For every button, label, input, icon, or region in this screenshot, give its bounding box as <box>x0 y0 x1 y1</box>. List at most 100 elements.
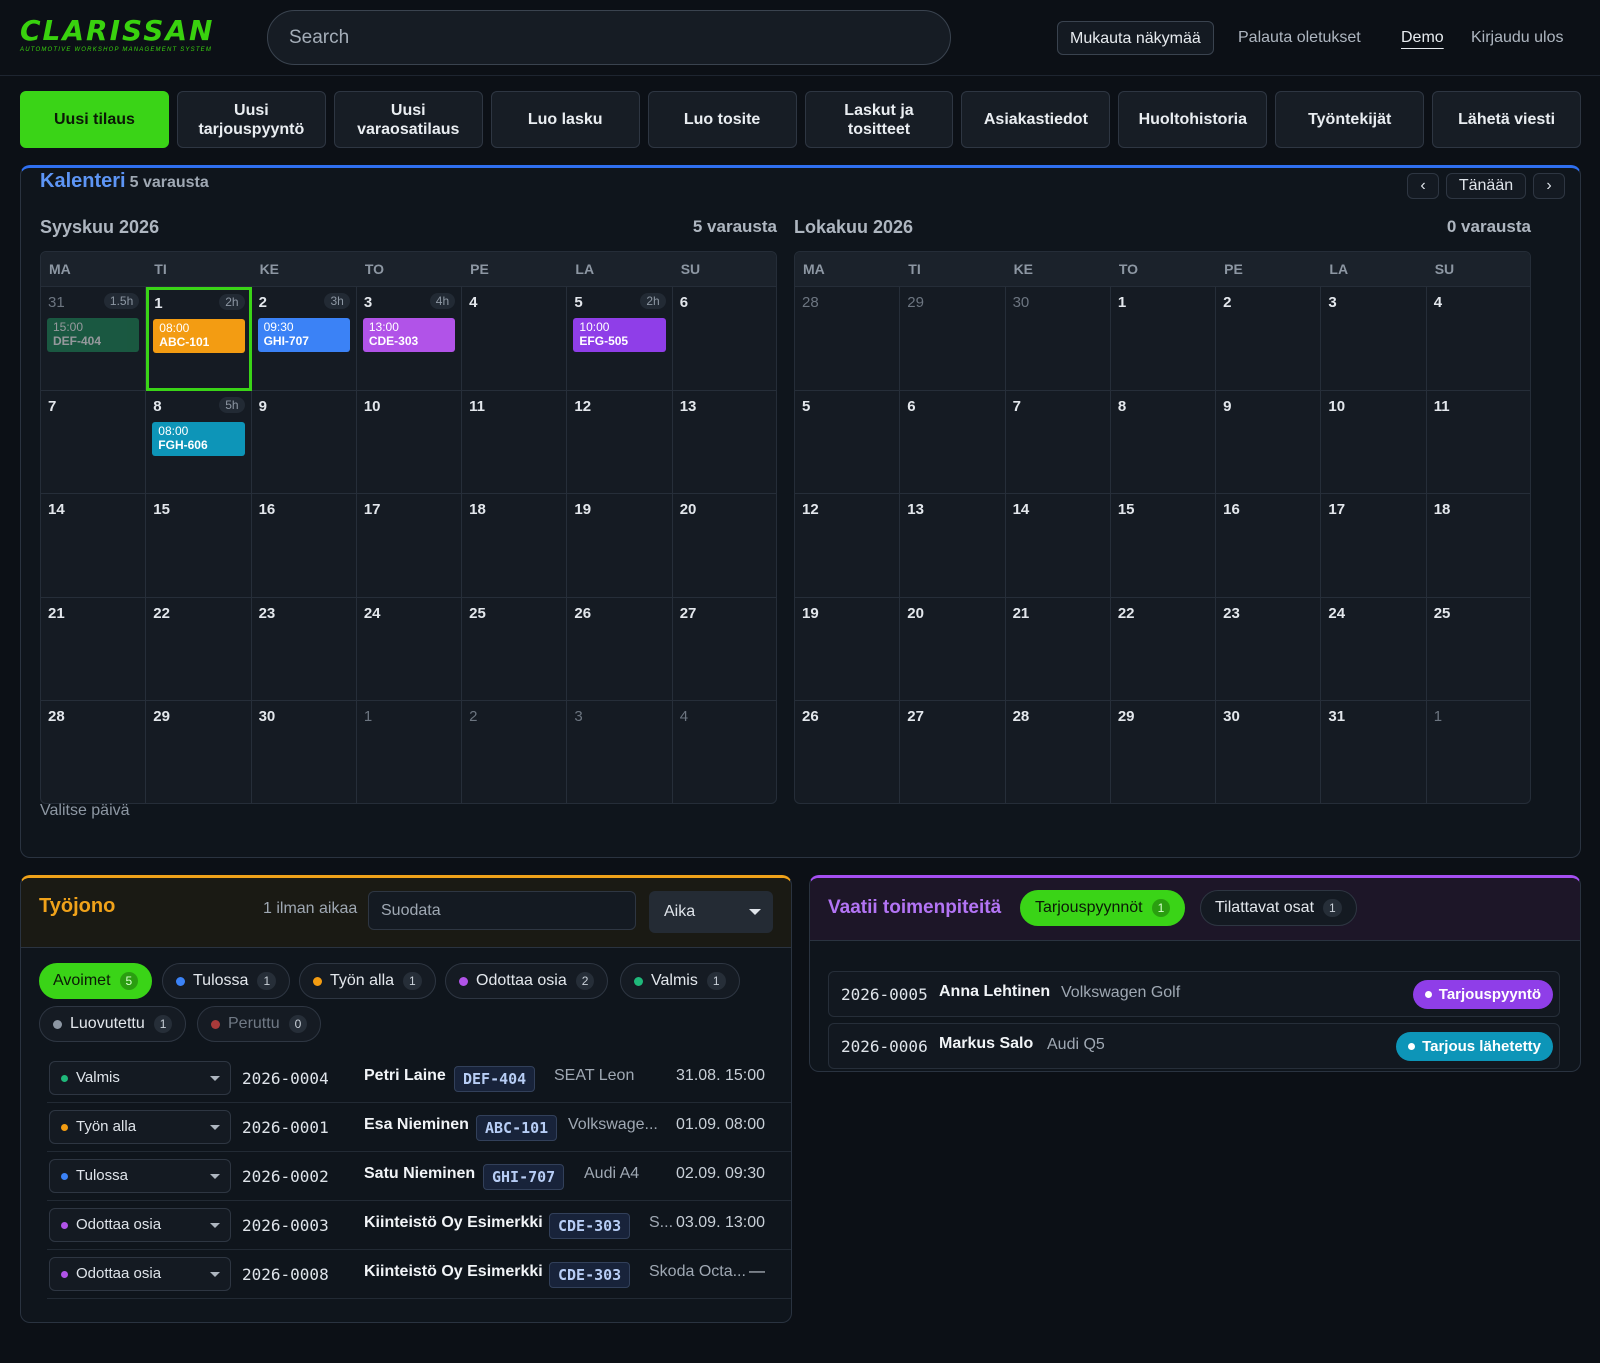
status-select[interactable]: Valmis <box>49 1061 231 1095</box>
calendar-day-cell[interactable]: 15 <box>146 494 252 598</box>
action-button-7[interactable]: Asiakastiedot <box>961 91 1111 148</box>
calendar-day-cell[interactable]: 30 <box>252 701 357 803</box>
calendar-day-cell[interactable]: 2 <box>1216 287 1322 391</box>
calendar-day-cell[interactable]: 3 <box>1321 287 1427 391</box>
calendar-day-cell[interactable]: 30 <box>1005 287 1111 391</box>
calendar-day-cell[interactable]: 24 <box>1321 597 1427 702</box>
calendar-day-cell[interactable]: 1 2h 08:00 ABC-101 <box>146 287 252 391</box>
action-button-6[interactable]: Laskut ja tositteet <box>804 91 954 148</box>
action-button-5[interactable]: Luo tosite <box>647 91 797 148</box>
action-button-3[interactable]: Uusi varaosatilaus <box>333 91 483 148</box>
calendar-event[interactable]: 09:30 GHI-707 <box>257 318 350 352</box>
calendar-event[interactable]: 15:00 DEF-404 <box>47 318 140 352</box>
calendar-day-cell[interactable]: 7 <box>1005 390 1111 495</box>
calendar-day-cell[interactable]: 22 <box>146 597 252 702</box>
calendar-day-cell[interactable]: 28 <box>41 701 147 803</box>
calendar-day-cell[interactable]: 16 <box>251 494 357 598</box>
user-demo-link[interactable]: Demo <box>1401 21 1444 55</box>
calendar-day-cell[interactable]: 25 <box>1426 598 1530 702</box>
action-button-2[interactable]: Uusi tarjouspyyntö <box>176 91 326 148</box>
calendar-day-cell[interactable]: 12 <box>795 494 901 598</box>
logout-button[interactable]: Kirjaudu ulos <box>1471 21 1564 55</box>
calendar-day-cell[interactable]: 26 <box>567 597 673 702</box>
status-select[interactable]: Työn alla <box>49 1110 231 1144</box>
calendar-day-cell[interactable]: 6 <box>672 287 776 391</box>
calendar-day-cell[interactable]: 18 <box>462 494 568 598</box>
status-filter-chip[interactable]: Luovutettu 1 <box>39 1006 187 1042</box>
calendar-day-cell[interactable]: 20 <box>900 597 1006 702</box>
search-input[interactable] <box>267 10 951 65</box>
status-select[interactable]: Odottaa osia <box>49 1208 231 1242</box>
calendar-day-cell[interactable]: 1 <box>1110 287 1217 391</box>
calendar-day-cell[interactable]: 6 <box>900 390 1006 495</box>
calendar-day-cell[interactable]: 27 <box>672 598 776 702</box>
clarissan-logo[interactable]: CLARISSAN AUTOMOTIVE WORKSHOP MANAGEMENT… <box>20 16 212 58</box>
status-filter-chip[interactable]: Peruttu 0 <box>197 1006 322 1042</box>
calendar-day-cell[interactable]: 24 <box>356 597 463 702</box>
status-filter-chip[interactable]: Valmis 1 <box>620 963 740 999</box>
calendar-day-cell[interactable]: 7 <box>41 390 147 495</box>
calendar-next-button[interactable]: › <box>1533 173 1565 199</box>
action-row[interactable]: 2026-0006 Markus Salo Audi Q5 Tarjous lähet… <box>828 1023 1560 1069</box>
calendar-day-cell[interactable]: 5 2h 10:00 EFG-505 <box>567 287 673 391</box>
work-queue-row[interactable]: Työn alla 2026-0001 Esa Nieminen ABC-101 Vol… <box>47 1104 791 1152</box>
calendar-day-cell[interactable]: 19 <box>567 494 673 598</box>
calendar-day-cell[interactable]: 29 <box>1111 701 1217 803</box>
calendar-day-cell[interactable]: 14 <box>1005 494 1111 598</box>
calendar-day-cell[interactable]: 4 <box>462 287 568 391</box>
work-queue-sort-select[interactable]: Aika <box>649 891 773 933</box>
calendar-event[interactable]: 10:00 EFG-505 <box>573 318 666 352</box>
calendar-event[interactable]: 08:00 ABC-101 <box>153 319 245 353</box>
calendar-day-cell[interactable]: 13 <box>672 391 776 495</box>
calendar-day-cell[interactable]: 5 <box>795 390 901 495</box>
action-button-1[interactable]: Uusi tilaus <box>20 91 169 148</box>
calendar-day-cell[interactable]: 31 <box>1321 701 1427 803</box>
calendar-day-cell[interactable]: 19 <box>795 597 901 702</box>
calendar-event[interactable]: 13:00 CDE-303 <box>362 318 456 352</box>
calendar-day-cell[interactable]: 16 <box>1216 494 1322 598</box>
calendar-day-cell[interactable]: 29 <box>146 701 252 803</box>
action-button-9[interactable]: Työntekijät <box>1275 91 1425 148</box>
calendar-day-cell[interactable]: 4 <box>1426 287 1530 391</box>
calendar-day-cell[interactable]: 8 <box>1110 390 1217 495</box>
calendar-day-cell[interactable]: 1 <box>357 701 463 803</box>
calendar-day-cell[interactable]: 29 <box>900 287 1006 391</box>
calendar-day-cell[interactable]: 3 4h 13:00 CDE-303 <box>356 287 463 391</box>
calendar-day-cell[interactable]: 4 <box>673 701 776 803</box>
status-select[interactable]: Odottaa osia <box>49 1257 231 1291</box>
calendar-day-cell[interactable]: 17 <box>1321 494 1427 598</box>
calendar-day-cell[interactable]: 14 <box>41 494 147 598</box>
work-queue-row[interactable]: Odottaa osia 2026-0003 Kiinteistö Oy Esime… <box>47 1202 791 1250</box>
calendar-prev-button[interactable]: ‹ <box>1407 173 1439 199</box>
reset-defaults-button[interactable]: Palauta oletukset <box>1238 21 1361 55</box>
action-tab[interactable]: Tarjouspyynnöt 1 <box>1020 890 1186 926</box>
work-queue-row[interactable]: Tulossa 2026-0002 Satu Nieminen GHI-707 Audi… <box>47 1153 791 1201</box>
status-filter-chip[interactable]: Tulossa 1 <box>162 963 291 999</box>
work-queue-filter-input[interactable] <box>368 891 636 930</box>
action-button-4[interactable]: Luo lasku <box>490 91 640 148</box>
calendar-day-cell[interactable]: 15 <box>1110 494 1217 598</box>
calendar-day-cell[interactable]: 11 <box>462 390 568 495</box>
work-queue-row[interactable]: Odottaa osia 2026-0008 Kiinteistö Oy Esime… <box>47 1251 791 1299</box>
action-row[interactable]: 2026-0005 Anna Lehtinen Volkswagen Golf Tar… <box>828 971 1560 1017</box>
calendar-event[interactable]: 08:00 FGH-606 <box>152 421 245 456</box>
calendar-day-cell[interactable]: 21 <box>41 597 147 702</box>
calendar-day-cell[interactable]: 2 3h 09:30 GHI-707 <box>251 287 357 391</box>
calendar-day-cell[interactable]: 9 <box>1216 390 1322 495</box>
status-filter-chip[interactable]: Avoimet 5 <box>39 963 153 999</box>
action-tab[interactable]: Tilattavat osat 1 <box>1200 890 1357 926</box>
calendar-day-cell[interactable]: 20 <box>672 494 776 598</box>
calendar-day-cell[interactable]: 25 <box>462 597 568 702</box>
calendar-day-cell[interactable]: 23 <box>1216 597 1322 702</box>
calendar-day-cell[interactable]: 18 <box>1426 494 1530 598</box>
calendar-day-cell[interactable]: 12 <box>567 390 673 495</box>
customize-view-button[interactable]: Mukauta näkymää <box>1057 21 1214 55</box>
calendar-day-cell[interactable]: 10 <box>1321 390 1427 495</box>
calendar-day-cell[interactable]: 11 <box>1426 391 1530 495</box>
calendar-day-cell[interactable]: 31 1.5h 15:00 DEF-404 <box>41 287 147 391</box>
status-filter-chip[interactable]: Odottaa osia 2 <box>445 963 609 999</box>
calendar-day-cell[interactable]: 3 <box>567 701 673 803</box>
calendar-day-cell[interactable]: 26 <box>795 701 901 803</box>
calendar-day-cell[interactable]: 17 <box>356 494 463 598</box>
work-queue-row[interactable]: Valmis 2026-0004 Petri Laine DEF-404 SEAT Le… <box>47 1055 791 1103</box>
